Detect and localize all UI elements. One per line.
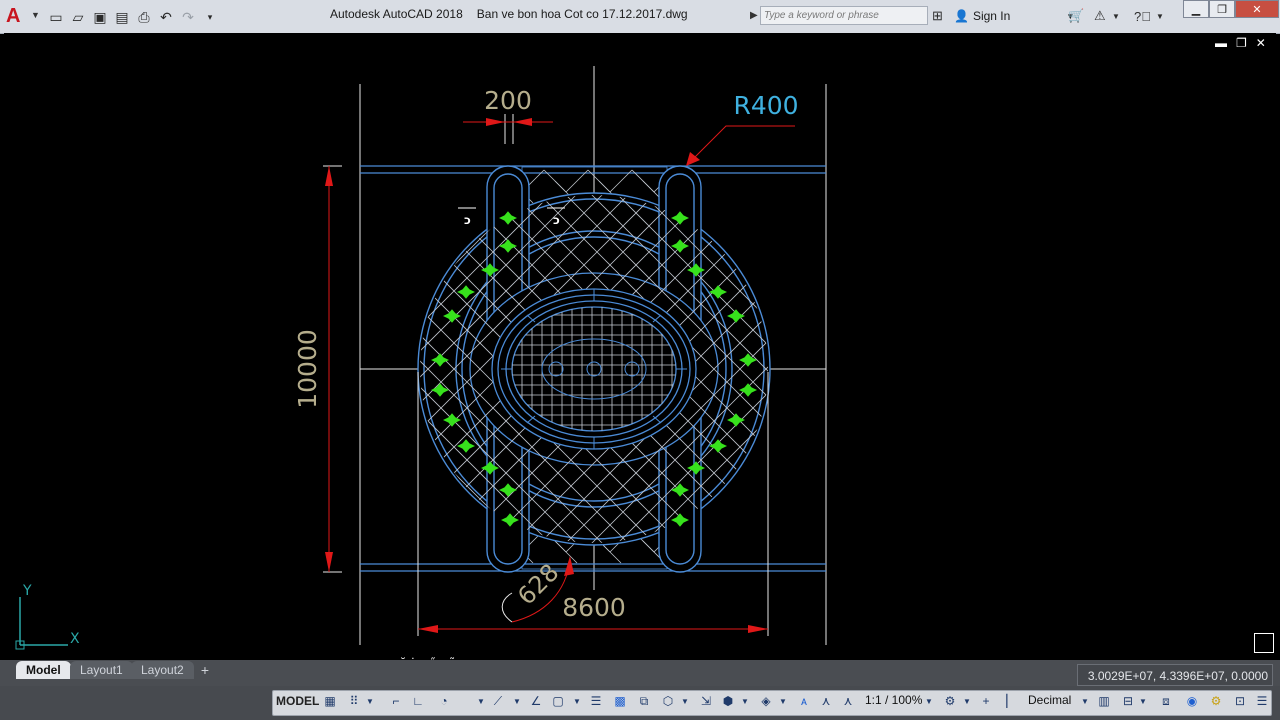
cart-icon[interactable]: 🛒: [1068, 6, 1084, 26]
search-box[interactable]: [760, 6, 928, 25]
dimension-radius: R400: [686, 91, 799, 166]
application-menu-button[interactable]: A: [6, 6, 26, 26]
3d-osnap-icon[interactable]: ⬡: [660, 692, 676, 710]
print-icon[interactable]: ⎙: [134, 7, 154, 27]
open-icon[interactable]: ▱: [68, 7, 88, 27]
window-controls: ▁ ❐ ✕: [1183, 0, 1279, 18]
undo-icon[interactable]: ↶: [156, 7, 176, 27]
dimension-200: 200: [463, 86, 553, 144]
dimension-10000: 10000: [293, 165, 342, 573]
dimension-200-text: 200: [484, 86, 532, 115]
app-name: Autodesk AutoCAD 2018: [330, 7, 463, 21]
status-bar: MODEL ▦ ⠿ ▼ ⌐ ∟ ◔ ▼ ⟋ ▼ ∠ ▢ ▼ ☰ ▩ ⧉ ⬡ ▼ …: [0, 686, 1280, 720]
svg-text:כ: כ: [464, 213, 471, 227]
transparency-icon[interactable]: ▩: [612, 692, 628, 710]
document-name: Ban ve bon hoa Cot co 17.12.2017.dwg: [476, 7, 688, 21]
quick-access-toolbar: ▭ ▱ ▣ ▤ ⎙ ↶ ↷ ▾: [46, 7, 220, 27]
tab-layout2[interactable]: Layout2: [131, 661, 194, 679]
new-icon[interactable]: ▭: [46, 7, 66, 27]
selection-cycling-icon[interactable]: ⧉: [636, 692, 652, 710]
chevron-down-icon[interactable]: ▼: [778, 692, 788, 710]
window-title: Autodesk AutoCAD 2018 Ban ve bon hoa Cot …: [330, 7, 702, 21]
chevron-down-icon[interactable]: ▼: [1156, 6, 1164, 26]
title-bar: A ▼ ▭ ▱ ▣ ▤ ⎙ ↶ ↷ ▾ Autodesk AutoCAD 201…: [0, 0, 1280, 34]
save-icon[interactable]: ▣: [90, 7, 110, 27]
hardware-acceleration-icon[interactable]: ◉: [1184, 692, 1200, 710]
doc-minimize-icon[interactable]: ▬: [1215, 36, 1227, 50]
grid-icon[interactable]: ▦: [322, 692, 338, 710]
add-layout-icon[interactable]: +: [196, 662, 214, 678]
search-expand-icon[interactable]: ▶: [750, 10, 758, 21]
annotation-monitor-icon[interactable]: +: [978, 692, 994, 710]
polar-tracking-icon[interactable]: ◔: [436, 692, 452, 710]
pickbox-cursor: [1254, 633, 1274, 653]
chevron-down-icon[interactable]: ▼: [924, 692, 934, 710]
workspace-gear-icon[interactable]: ⚙: [942, 692, 958, 710]
model-space-toggle[interactable]: MODEL: [276, 694, 319, 708]
chevron-down-icon[interactable]: ▼: [1080, 692, 1090, 710]
annotation-visibility-icon[interactable]: ᴀ: [796, 692, 812, 710]
chevron-down-icon[interactable]: ▼: [512, 692, 522, 710]
chevron-down-icon[interactable]: ▼: [680, 692, 690, 710]
chevron-down-icon[interactable]: ▼: [1112, 6, 1120, 26]
svg-text:כ: כ: [553, 213, 560, 227]
exchange-icon[interactable]: ⚠: [1094, 6, 1106, 26]
lineweight-icon[interactable]: ☰: [588, 692, 604, 710]
doc-close-icon[interactable]: ✕: [1256, 36, 1266, 50]
chevron-down-icon[interactable]: ▼: [740, 692, 750, 710]
tab-model[interactable]: Model: [16, 661, 71, 679]
sign-in-label: Sign In: [972, 9, 1011, 23]
doc-restore-icon[interactable]: ❐: [1236, 36, 1247, 50]
object-snap-icon[interactable]: ▢: [550, 692, 566, 710]
dynamic-ucs-icon[interactable]: ⇲: [698, 692, 714, 710]
auto-scale-icon[interactable]: ⋏: [818, 692, 834, 710]
radius-text: R400: [733, 91, 798, 120]
annotation-scale[interactable]: 1:1 / 100%: [865, 693, 922, 707]
minimize-icon[interactable]: ▁: [1183, 0, 1209, 18]
customization-icon[interactable]: ⊡: [1232, 692, 1248, 710]
search-input[interactable]: [761, 7, 927, 24]
isodraft-icon[interactable]: ⟋: [490, 692, 506, 710]
selection-filter-icon[interactable]: ⬢: [720, 692, 736, 710]
isolate-objects-icon[interactable]: ⧈: [1158, 692, 1174, 710]
help-icon[interactable]: ?⃝: [1134, 6, 1151, 26]
lock-ui-icon[interactable]: ⊟: [1120, 692, 1136, 710]
close-icon[interactable]: ✕: [1235, 0, 1279, 18]
restore-icon[interactable]: ❐: [1209, 0, 1235, 18]
drawing-area[interactable]: כ כ 200 R400 10000 8600 628 Y X: [4, 33, 1276, 670]
snap-icon[interactable]: ⠿: [346, 692, 362, 710]
dimension-8600-text: 8600: [562, 593, 626, 622]
user-icon: 👤: [954, 9, 969, 23]
dimension-10000-text: 10000: [293, 329, 322, 409]
infer-constraints-icon[interactable]: ⌐: [388, 692, 404, 710]
ucs-icon: Y X: [15, 583, 80, 650]
redo-icon[interactable]: ↷: [178, 7, 198, 27]
sign-in-button[interactable]: 👤 Sign In ▼: [954, 9, 1074, 23]
quick-properties-icon[interactable]: ▥: [1096, 692, 1112, 710]
gizmo-icon[interactable]: ◈: [758, 692, 774, 710]
ortho-icon[interactable]: ∟: [410, 692, 426, 710]
menu-icon[interactable]: ☰: [1254, 692, 1270, 710]
chevron-down-icon[interactable]: ▼: [31, 10, 40, 20]
object-snap-tracking-icon[interactable]: ∠: [528, 692, 544, 710]
clean-screen-icon[interactable]: ⚙: [1208, 692, 1224, 710]
cad-drawing: כ כ 200 R400 10000 8600 628 Y X: [15, 66, 827, 670]
chevron-down-icon[interactable]: ▼: [476, 692, 486, 710]
chevron-down-icon[interactable]: ▼: [1138, 692, 1148, 710]
save-as-icon[interactable]: ▤: [112, 7, 132, 27]
coordinate-readout[interactable]: 3.0029E+07, 4.3396E+07, 0.0000: [1077, 664, 1273, 686]
separator-icon: ▏: [1006, 694, 1016, 708]
chevron-down-icon[interactable]: ▼: [572, 692, 582, 710]
ucs-x-label: X: [70, 631, 80, 647]
document-window-controls: ▬ ❐ ✕: [1215, 36, 1266, 50]
binoculars-icon[interactable]: ⊞: [932, 6, 943, 26]
qat-more-icon[interactable]: ▾: [200, 7, 220, 27]
units-selector[interactable]: Decimal: [1028, 693, 1071, 707]
chevron-down-icon[interactable]: ▼: [962, 692, 972, 710]
tab-layout1[interactable]: Layout1: [70, 661, 133, 679]
ucs-y-label: Y: [22, 583, 32, 599]
annotation-scale-icon[interactable]: ⋏: [840, 692, 856, 710]
chevron-down-icon[interactable]: ▼: [365, 692, 375, 710]
